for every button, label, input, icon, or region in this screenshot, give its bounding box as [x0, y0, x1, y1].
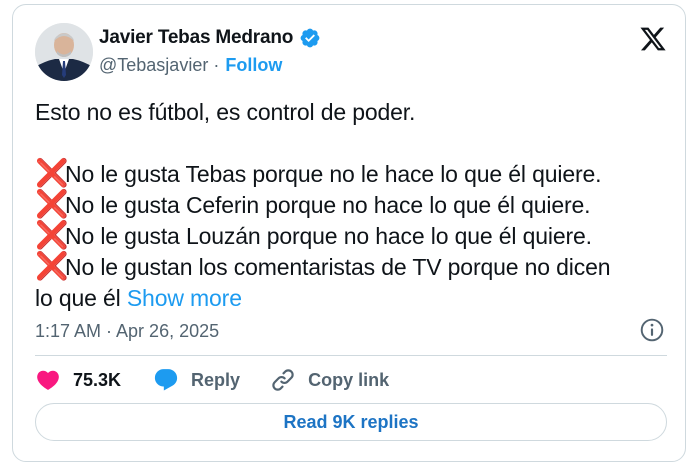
heart-icon — [37, 370, 59, 390]
cross-mark-icon: ❌ — [35, 158, 69, 188]
tweet-continuation: lo que él — [35, 285, 121, 311]
follow-button[interactable]: Follow — [225, 55, 282, 76]
author-handle-row: @Tebasjavier · Follow — [99, 55, 282, 76]
handle-separator: · — [213, 55, 220, 75]
tweet-timestamp[interactable]: 1:17 AM · Apr 26, 2025 — [35, 321, 219, 342]
author-display-name[interactable]: Javier Tebas Medrano — [99, 27, 293, 49]
tweet-line-text: No le gustan los comentaristas de TV por… — [65, 254, 611, 280]
reply-label: Reply — [191, 369, 241, 390]
tweet-line-text: No le gusta Tebas porque no le hace lo q… — [65, 161, 602, 187]
like-button[interactable]: 75.3K — [35, 367, 121, 393]
tweet-bullet-line: ❌No le gusta Ceferin porque no hace lo q… — [35, 190, 665, 221]
action-bar: 75.3K Reply Copy link — [35, 367, 389, 393]
reply-button[interactable]: Reply — [153, 367, 240, 393]
show-more-link[interactable]: Show more — [127, 285, 242, 311]
divider — [35, 355, 667, 356]
verified-badge-icon — [300, 28, 320, 48]
reply-bubble-icon — [154, 369, 178, 391]
author-avatar[interactable] — [35, 23, 93, 81]
cross-mark-icon: ❌ — [35, 251, 69, 281]
tweet-card: Javier Tebas Medrano @Tebasjavier · Foll… — [12, 4, 686, 462]
likes-count: 75.3K — [73, 369, 122, 390]
tweet-bullet-line: ❌No le gusta Louzán porque no hace lo qu… — [35, 221, 665, 252]
tweet-bullet-line: ❌No le gusta Tebas porque no le hace lo … — [35, 159, 665, 190]
read-replies-button[interactable]: Read 9K replies — [35, 403, 667, 441]
tweet-line-text: No le gusta Louzán porque no hace lo que… — [65, 223, 592, 249]
tweet-bullet-line: ❌No le gustan los comentaristas de TV po… — [35, 252, 665, 283]
copy-link-label: Copy link — [308, 369, 390, 390]
link-icon — [272, 369, 294, 391]
copy-link-button[interactable]: Copy link — [270, 367, 389, 393]
tweet-intro: Esto no es fútbol, es control de poder. — [35, 99, 416, 125]
tweet-text: Esto no es fútbol, es control de poder. … — [35, 97, 665, 314]
author-name-row: Javier Tebas Medrano — [99, 27, 321, 49]
tweet-line-text: No le gusta Ceferin porque no hace lo qu… — [65, 192, 591, 218]
author-handle[interactable]: @Tebasjavier — [99, 55, 208, 76]
info-icon[interactable] — [639, 317, 665, 343]
tweet-continuation-line: lo que él Show more — [35, 283, 665, 314]
x-logo-icon[interactable] — [639, 25, 667, 53]
avatar-portrait-icon — [35, 23, 93, 81]
cross-mark-icon: ❌ — [35, 189, 69, 219]
cross-mark-icon: ❌ — [35, 220, 69, 250]
